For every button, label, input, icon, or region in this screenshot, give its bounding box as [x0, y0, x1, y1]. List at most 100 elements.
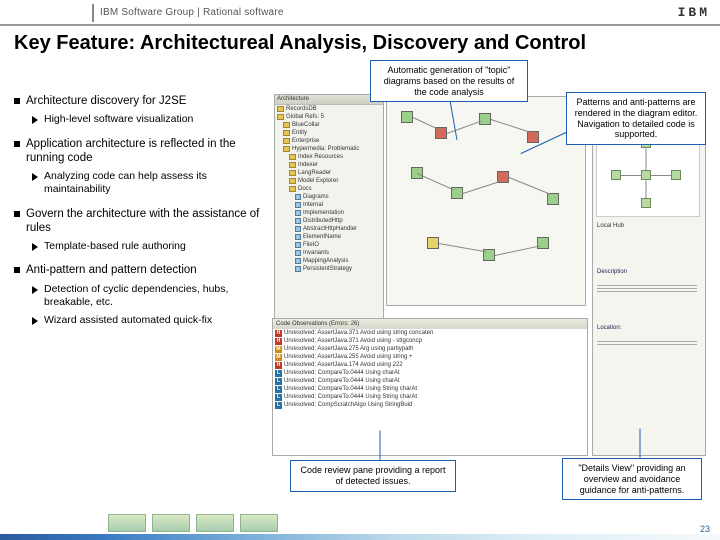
issue-row[interactable]: LUnresolved: CompareTo.0444 Using String…	[273, 385, 587, 393]
tree-item-label: Docs	[298, 186, 312, 192]
tree-item-label: Global Refs: 5	[286, 114, 324, 120]
severity-badge: L	[275, 402, 282, 409]
issue-row[interactable]: MUnresolved: AssertJava.255 Avoid using …	[273, 353, 587, 361]
bullet-text: Govern the architecture with the assista…	[26, 207, 266, 236]
issue-text: Unresolved: CompareTo.0444 Using String …	[284, 394, 417, 400]
tree-item-label: FileIO	[303, 242, 319, 248]
tree-item[interactable]: Indexer	[275, 161, 383, 169]
tree-item[interactable]: Invariants	[275, 249, 383, 257]
issue-row[interactable]: LUnresolved: CompareTo.0444 Using String…	[273, 393, 587, 401]
tree-item-label: Indexer	[298, 162, 318, 168]
tree-item-label: ElementName	[303, 234, 341, 240]
tree-item-label: AbstractHttpHandler	[303, 226, 357, 232]
diagram-edge	[439, 243, 486, 252]
issue-row[interactable]: LUnresolved: CompareTo.0444 Using charAt	[273, 369, 587, 377]
folder-icon	[277, 114, 284, 120]
callout-leader	[640, 429, 641, 459]
issue-row[interactable]: LUnresolved: CompScratchAlgo Using Strin…	[273, 401, 587, 409]
java-file-icon	[295, 202, 301, 208]
severity-badge: L	[275, 394, 282, 401]
callout-leader	[380, 431, 381, 461]
diagram-edge	[491, 119, 529, 132]
bullet-icon	[14, 98, 20, 104]
tree-item-label: Implementation	[303, 210, 344, 216]
issue-row[interactable]: HUnresolved: AssertJava.174 Avoid using …	[273, 361, 587, 369]
footer-image	[108, 514, 146, 532]
tree-item[interactable]: AbstractHttpHandler	[275, 225, 383, 233]
subbullet-text: Wizard assisted automated quick-fix	[44, 314, 212, 327]
bullet-text: Anti-pattern and pattern detection	[26, 263, 197, 277]
slide-content: Architecture discovery for J2SE High-lev…	[0, 94, 720, 524]
issue-row[interactable]: LUnresolved: CompareTo.0444 Using charAt	[273, 377, 587, 385]
java-file-icon	[295, 258, 301, 264]
diagram-node	[479, 113, 491, 125]
mini-graph-node	[641, 170, 651, 180]
tree-item-label: Internal	[303, 202, 323, 208]
tree-item[interactable]: Diagrams	[275, 193, 383, 201]
issue-text: Unresolved: CompScratchAlgo Using String…	[284, 402, 412, 408]
code-review-pane: Code Observations (Errors: 26) HUnresolv…	[272, 318, 588, 456]
tree-item[interactable]: Hypermedia: Problematic	[275, 145, 383, 153]
diagram-node	[547, 193, 559, 205]
folder-icon	[289, 186, 296, 192]
diagram-node	[427, 237, 439, 249]
diagram-edge	[495, 245, 540, 256]
bullet-text: Application architecture is reflected in…	[26, 137, 266, 166]
tree-item[interactable]: MappingAnalysis	[275, 257, 383, 265]
java-file-icon	[295, 210, 301, 216]
footer-thumbnails	[108, 514, 278, 534]
tree-item-label: RecordsDB	[286, 106, 317, 112]
tree-item[interactable]: BlueCollar	[275, 121, 383, 129]
issue-text: Unresolved: AssertJava.371 Avoid using -…	[284, 338, 422, 344]
tree-item[interactable]: Implementation	[275, 209, 383, 217]
diagram-node	[537, 237, 549, 249]
footer-image	[152, 514, 190, 532]
tree-item[interactable]: LangReader	[275, 169, 383, 177]
mini-graph-node	[611, 170, 621, 180]
issue-row[interactable]: MUnresolved: AssertJava.275 Arg using pa…	[273, 345, 587, 353]
folder-icon	[283, 146, 290, 152]
java-file-icon	[295, 218, 301, 224]
tree-item[interactable]: DistributedHttp	[275, 217, 383, 225]
tree-item[interactable]: Global Refs: 5	[275, 113, 383, 121]
bullet-item: Govern the architecture with the assista…	[14, 207, 266, 254]
java-file-icon	[295, 194, 301, 200]
java-file-icon	[295, 266, 301, 272]
issue-text: Unresolved: CompareTo.0444 Using String …	[284, 386, 417, 392]
callout-code-review: Code review pane providing a report of d…	[290, 460, 456, 492]
tree-item[interactable]: Model Explorer	[275, 177, 383, 185]
issues-header: Code Observations (Errors: 26)	[273, 319, 587, 329]
tree-item[interactable]: Entity	[275, 129, 383, 137]
issue-row[interactable]: HUnresolved: AssertJava.371 Avoid using …	[273, 329, 587, 337]
tree-item[interactable]: Docs	[275, 185, 383, 193]
tree-item-label: Index Resources	[298, 154, 343, 160]
tree-item[interactable]: Index Resources	[275, 153, 383, 161]
tree-item[interactable]: Enterprise	[275, 137, 383, 145]
mini-edge	[646, 181, 647, 199]
severity-badge: M	[275, 346, 282, 353]
details-label: Description	[597, 269, 627, 277]
slide-title: Key Feature: Architectureal Analysis, Di…	[0, 26, 720, 63]
subbullet-text: Analyzing code can help assess its maint…	[44, 170, 266, 196]
tree-item[interactable]: RecordsDB	[275, 105, 383, 113]
tree-item[interactable]: Internal	[275, 201, 383, 209]
issue-text: Unresolved: AssertJava.371 Avoid using s…	[284, 330, 433, 336]
issue-row[interactable]: HUnresolved: AssertJava.371 Avoid using …	[273, 337, 587, 345]
bullet-icon	[14, 141, 20, 147]
details-label: Local Hub	[597, 223, 624, 231]
java-file-icon	[295, 250, 301, 256]
bullet-text: Architecture discovery for J2SE	[26, 94, 186, 108]
tree-item[interactable]: ElementName	[275, 233, 383, 241]
bullet-item: Architecture discovery for J2SE High-lev…	[14, 94, 266, 127]
callout-topic-diagrams: Automatic generation of "topic" diagrams…	[370, 60, 528, 102]
java-file-icon	[295, 234, 301, 240]
subbullet-icon	[32, 173, 38, 181]
severity-badge: L	[275, 386, 282, 393]
java-file-icon	[295, 226, 301, 232]
tree-item[interactable]: FileIO	[275, 241, 383, 249]
details-label: Location:	[597, 325, 621, 333]
tree-item[interactable]: PersistentStrategy	[275, 265, 383, 273]
mini-graph-node	[671, 170, 681, 180]
tree-item-label: PersistentStrategy	[303, 266, 352, 272]
severity-badge: L	[275, 370, 282, 377]
